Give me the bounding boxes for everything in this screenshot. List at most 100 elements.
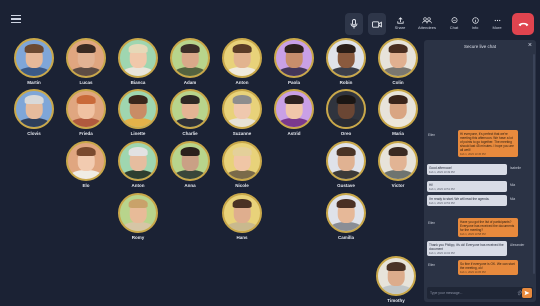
message-bubble: I'm ready to start. We will read the age… — [427, 195, 507, 207]
participant-tile[interactable]: Gustave — [324, 141, 368, 189]
participant-tile[interactable]: Linette — [116, 89, 160, 137]
chat-message: I'm ready to start. We will read the age… — [427, 195, 515, 207]
close-icon[interactable]: × — [528, 42, 532, 49]
chat-scrollbar[interactable] — [533, 54, 535, 274]
avatar-shirt — [70, 117, 102, 127]
participant-name: Elo — [82, 183, 90, 188]
avatar-shirt — [70, 66, 102, 76]
menu-icon[interactable] — [11, 15, 21, 24]
more-button[interactable]: More — [488, 12, 506, 34]
participant-tile[interactable]: Victor — [376, 141, 420, 189]
chat-input-bar — [427, 287, 533, 299]
participant-name: Maria — [392, 131, 404, 136]
participant-tile[interactable]: Anton — [220, 38, 264, 86]
avatar — [170, 38, 210, 78]
message-input[interactable] — [430, 289, 514, 297]
message-text: Thank you Philipp, it's ok! Everyone has… — [429, 242, 504, 251]
participant-tile[interactable]: Robin — [324, 38, 368, 86]
participant-tile[interactable]: Frieda — [64, 89, 108, 137]
avatar — [326, 89, 366, 129]
avatar — [66, 89, 106, 129]
chat-button[interactable]: Chat — [445, 12, 463, 34]
share-label: Share — [394, 24, 406, 30]
message-bubble: Good afternoon! Feb 1, 2023 13:49 PM — [427, 164, 507, 176]
participant-tile[interactable]: Lucas — [64, 38, 108, 86]
participant-tile[interactable]: Elo — [64, 141, 108, 189]
hang-up-button[interactable] — [512, 13, 534, 35]
participant-tile[interactable]: Colin — [376, 38, 420, 86]
participant-tile[interactable]: Bianca — [116, 38, 160, 86]
message-text: I'm ready to start. We will read the age… — [429, 196, 490, 201]
avatar-shirt — [330, 66, 362, 76]
avatar-hair — [388, 146, 408, 157]
avatar-hair — [128, 146, 148, 157]
microphone-button[interactable] — [345, 13, 363, 35]
message-sender: Alexander — [510, 243, 525, 247]
participant-tile[interactable]: Adam — [168, 38, 212, 86]
message-text: So fine if everyone is OK. We can start … — [460, 261, 515, 270]
participant-tile[interactable]: Charlie — [168, 89, 212, 137]
participant-tile[interactable]: Oreo — [324, 89, 368, 137]
participant-tile[interactable]: Romy — [116, 193, 160, 241]
avatar-hair — [76, 146, 96, 157]
participant-tile[interactable]: Timothy — [374, 256, 418, 304]
participant-tile[interactable]: Martin — [12, 38, 56, 86]
participant-tile[interactable]: Nicole — [220, 141, 264, 189]
avatar-shirt — [122, 117, 154, 127]
chat-icon — [451, 16, 457, 23]
chat-title: Secure live chat — [463, 44, 497, 49]
avatar-shirt — [278, 117, 310, 127]
participant-tile[interactable]: Maria — [376, 89, 420, 137]
avatar — [66, 141, 106, 181]
send-button[interactable] — [522, 288, 532, 298]
participant-name: Camilla — [337, 235, 354, 240]
avatar-hair — [128, 198, 148, 209]
avatar-shirt — [380, 284, 412, 294]
avatar-hair — [388, 43, 408, 54]
participant-tile[interactable]: Astrid — [272, 89, 316, 137]
avatar — [378, 89, 418, 129]
info-button[interactable]: Info — [466, 12, 484, 34]
participant-tile[interactable]: Anna — [168, 141, 212, 189]
participant-name: Suzanne — [232, 131, 252, 136]
message-time: Feb 1, 2023 13:45 PM — [460, 152, 486, 156]
avatar — [66, 38, 106, 78]
camera-button[interactable] — [368, 13, 386, 35]
participant-name: Anton — [131, 183, 145, 188]
participant-tile[interactable]: Clovis — [12, 89, 56, 137]
avatar — [274, 89, 314, 129]
chat-label: Chat — [449, 24, 459, 30]
avatar-shirt — [174, 117, 206, 127]
avatar — [118, 141, 158, 181]
participant-name: Hans — [236, 235, 248, 240]
message-time: Feb 1, 2023 13:58 PM — [460, 232, 486, 236]
participant-tile[interactable]: Suzanne — [220, 89, 264, 137]
participant-name: Martin — [27, 80, 41, 85]
message-time: Feb 1, 2023 13:53 PM — [429, 201, 455, 205]
participant-tile[interactable]: Camilla — [324, 193, 368, 241]
message-text: Hi! — [429, 182, 433, 187]
participant-name: Frieda — [79, 131, 93, 136]
participant-tile[interactable]: Paola — [272, 38, 316, 86]
avatar — [170, 89, 210, 129]
avatar-shirt — [18, 117, 50, 127]
avatar-hair — [24, 94, 44, 105]
message-sender: Isabelle — [510, 166, 521, 170]
chat-message: Have you got the list of participants? E… — [428, 218, 518, 238]
participant-tile[interactable]: Hans — [220, 193, 264, 241]
avatar-hair — [180, 146, 200, 157]
attendees-button[interactable]: Attendees — [414, 12, 440, 34]
avatar — [326, 193, 366, 233]
participant-name: Lucas — [79, 80, 93, 85]
participant-name: Charlie — [182, 131, 198, 136]
share-button[interactable]: Share — [390, 12, 410, 34]
attendees-label: Attendees — [417, 24, 436, 30]
avatar — [222, 193, 262, 233]
avatar — [378, 141, 418, 181]
avatar — [326, 141, 366, 181]
participant-tile[interactable]: Anton — [116, 141, 160, 189]
avatar-shirt — [278, 66, 310, 76]
chat-message: Thank you Philipp, it's ok! Everyone has… — [427, 241, 524, 257]
chat-panel: Secure live chat × Hi everyone, it's per… — [424, 40, 536, 302]
attendees-icon — [422, 16, 432, 23]
